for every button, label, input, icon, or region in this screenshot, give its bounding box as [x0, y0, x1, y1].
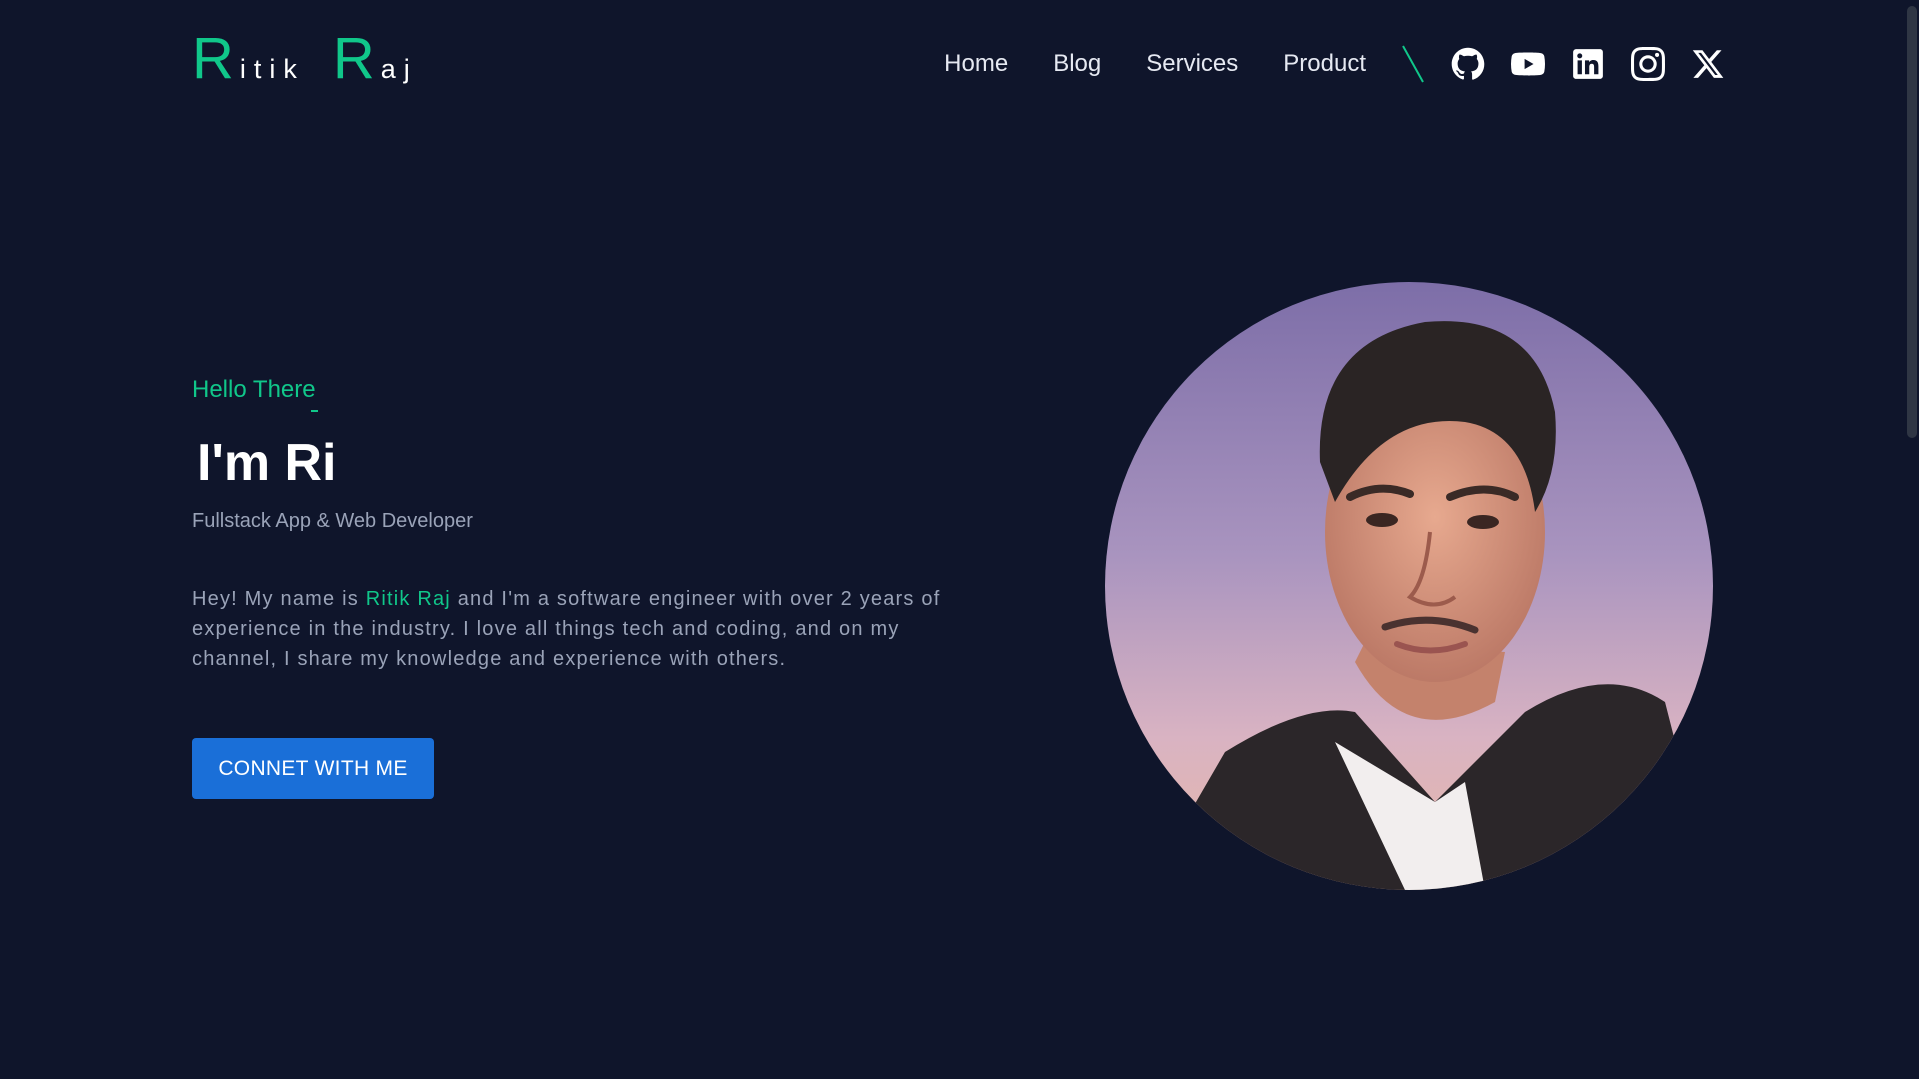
role-subtitle: Fullstack App & Web Developer — [192, 510, 473, 532]
hero-headline: I'm Ri — [197, 434, 337, 492]
linkedin-icon[interactable] — [1570, 46, 1606, 82]
nav-home-link[interactable]: Home — [944, 50, 1008, 78]
logo-first-initial: R — [192, 26, 234, 91]
site-logo[interactable]: R itik R aj — [192, 30, 418, 88]
nav-blog-link[interactable]: Blog — [1053, 50, 1101, 78]
instagram-icon[interactable] — [1630, 46, 1666, 82]
nav-product-link[interactable]: Product — [1283, 50, 1366, 78]
logo-last-initial: R — [332, 26, 375, 91]
intro-name-highlight: Ritik Raj — [365, 588, 451, 610]
intro-paragraph: Hey! My name is Ritik Raj and I'm a soft… — [192, 584, 972, 674]
logo-last-rest: aj — [380, 54, 418, 84]
nav-services-link[interactable]: Services — [1146, 50, 1238, 78]
x-icon[interactable] — [1690, 46, 1726, 82]
youtube-icon[interactable] — [1510, 46, 1546, 82]
typing-cursor — [311, 410, 318, 412]
social-links — [1450, 46, 1726, 82]
page: R itik R aj Home Blog Services Product H… — [0, 0, 1919, 1079]
page-scrollbar[interactable] — [1905, 0, 1919, 1079]
scrollbar-thumb[interactable] — [1907, 6, 1917, 438]
intro-text-start: Hey! My name is — [192, 588, 366, 610]
profile-photo — [1105, 282, 1713, 890]
logo-first-rest: itik — [239, 54, 305, 84]
greeting-text: Hello There — [192, 376, 316, 403]
connect-button[interactable]: CONNET WITH ME — [192, 738, 434, 799]
github-icon[interactable] — [1450, 46, 1486, 82]
main-nav: Home Blog Services Product — [944, 45, 1726, 83]
nav-divider — [1402, 45, 1424, 83]
